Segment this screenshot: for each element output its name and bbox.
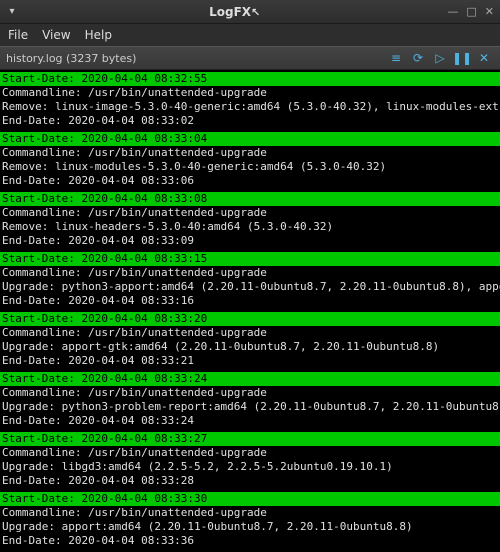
log-line[interactable]: Commandline: /usr/bin/unattended-upgrade	[0, 266, 500, 280]
log-line[interactable]: Commandline: /usr/bin/unattended-upgrade	[0, 146, 500, 160]
log-line[interactable]: End-Date: 2020-04-04 08:33:21	[0, 354, 500, 368]
menubar: File View Help	[0, 24, 500, 46]
close-tab-icon[interactable]: ✕	[474, 49, 494, 67]
list-icon[interactable]: ≡	[386, 49, 406, 67]
window-title-text: LogFX	[209, 5, 251, 19]
window-menu-icon[interactable]: ▾	[6, 6, 18, 18]
log-start-line[interactable]: Start-Date: 2020-04-04 08:33:30	[0, 492, 500, 506]
log-start-line[interactable]: Start-Date: 2020-04-04 08:33:27	[0, 432, 500, 446]
file-info: history.log (3237 bytes)	[6, 52, 386, 65]
play-icon[interactable]: ▷	[430, 49, 450, 67]
log-start-line[interactable]: Start-Date: 2020-04-04 08:33:04	[0, 132, 500, 146]
minimize-button[interactable]: —	[447, 5, 458, 18]
cursor-icon: ↖	[251, 6, 260, 19]
log-line[interactable]: Commandline: /usr/bin/unattended-upgrade	[0, 86, 500, 100]
log-entry: Start-Date: 2020-04-04 08:33:04Commandli…	[0, 132, 500, 188]
log-line[interactable]: End-Date: 2020-04-04 08:33:24	[0, 414, 500, 428]
log-line[interactable]: End-Date: 2020-04-04 08:33:09	[0, 234, 500, 248]
log-line[interactable]: Commandline: /usr/bin/unattended-upgrade	[0, 326, 500, 340]
log-line[interactable]: Remove: linux-modules-5.3.0-40-generic:a…	[0, 160, 500, 174]
log-line[interactable]: End-Date: 2020-04-04 08:33:36	[0, 534, 500, 548]
log-start-line[interactable]: Start-Date: 2020-04-04 08:33:08	[0, 192, 500, 206]
log-line[interactable]: Commandline: /usr/bin/unattended-upgrade	[0, 206, 500, 220]
log-start-line[interactable]: Start-Date: 2020-04-04 08:33:20	[0, 312, 500, 326]
log-entry: Start-Date: 2020-04-04 08:32:55Commandli…	[0, 72, 500, 128]
log-entry: Start-Date: 2020-04-04 08:33:30Commandli…	[0, 492, 500, 548]
refresh-icon[interactable]: ⟳	[408, 49, 428, 67]
app-window: ▾ LogFX↖ — □ ✕ File View Help history.lo…	[0, 0, 500, 552]
log-line[interactable]: End-Date: 2020-04-04 08:33:28	[0, 474, 500, 488]
log-line[interactable]: Upgrade: apport-gtk:amd64 (2.20.11-0ubun…	[0, 340, 500, 354]
toolbar: history.log (3237 bytes) ≡ ⟳ ▷ ❚❚ ✕	[0, 46, 500, 70]
window-controls: — □ ✕	[447, 5, 494, 18]
log-start-line[interactable]: Start-Date: 2020-04-04 08:32:55	[0, 72, 500, 86]
log-entry: Start-Date: 2020-04-04 08:33:27Commandli…	[0, 432, 500, 488]
pause-icon[interactable]: ❚❚	[452, 49, 472, 67]
maximize-button[interactable]: □	[466, 5, 476, 18]
log-line[interactable]: Upgrade: python3-problem-report:amd64 (2…	[0, 400, 500, 414]
log-line[interactable]: Upgrade: python3-apport:amd64 (2.20.11-0…	[0, 280, 500, 294]
menu-help[interactable]: Help	[85, 28, 112, 42]
titlebar[interactable]: ▾ LogFX↖ — □ ✕	[0, 0, 500, 24]
menu-file[interactable]: File	[8, 28, 28, 42]
log-line[interactable]: Remove: linux-image-5.3.0-40-generic:amd…	[0, 100, 500, 114]
log-line[interactable]: Commandline: /usr/bin/unattended-upgrade	[0, 386, 500, 400]
log-line[interactable]: Remove: linux-headers-5.3.0-40:amd64 (5.…	[0, 220, 500, 234]
log-line[interactable]: End-Date: 2020-04-04 08:33:16	[0, 294, 500, 308]
log-entry: Start-Date: 2020-04-04 08:33:20Commandli…	[0, 312, 500, 368]
log-line[interactable]: Upgrade: libgd3:amd64 (2.2.5-5.2, 2.2.5-…	[0, 460, 500, 474]
log-start-line[interactable]: Start-Date: 2020-04-04 08:33:15	[0, 252, 500, 266]
log-line[interactable]: Commandline: /usr/bin/unattended-upgrade	[0, 506, 500, 520]
log-start-line[interactable]: Start-Date: 2020-04-04 08:33:24	[0, 372, 500, 386]
toolbar-buttons: ≡ ⟳ ▷ ❚❚ ✕	[386, 49, 494, 67]
log-viewer[interactable]: Start-Date: 2020-04-04 08:32:55Commandli…	[0, 70, 500, 552]
window-title: LogFX↖	[22, 5, 447, 19]
log-line[interactable]: End-Date: 2020-04-04 08:33:02	[0, 114, 500, 128]
close-button[interactable]: ✕	[485, 5, 494, 18]
menu-view[interactable]: View	[42, 28, 70, 42]
log-line[interactable]: Commandline: /usr/bin/unattended-upgrade	[0, 446, 500, 460]
log-entry: Start-Date: 2020-04-04 08:33:08Commandli…	[0, 192, 500, 248]
log-line[interactable]: End-Date: 2020-04-04 08:33:06	[0, 174, 500, 188]
log-entry: Start-Date: 2020-04-04 08:33:15Commandli…	[0, 252, 500, 308]
log-entry: Start-Date: 2020-04-04 08:33:24Commandli…	[0, 372, 500, 428]
log-line[interactable]: Upgrade: apport:amd64 (2.20.11-0ubuntu8.…	[0, 520, 500, 534]
